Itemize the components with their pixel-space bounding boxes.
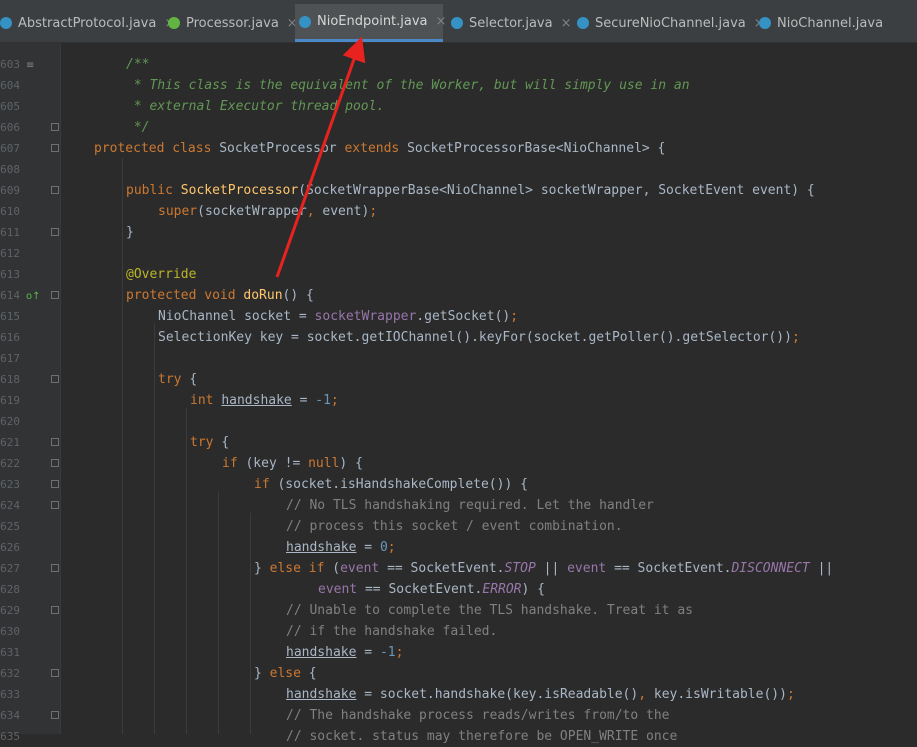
annotation-arrow xyxy=(275,36,366,278)
